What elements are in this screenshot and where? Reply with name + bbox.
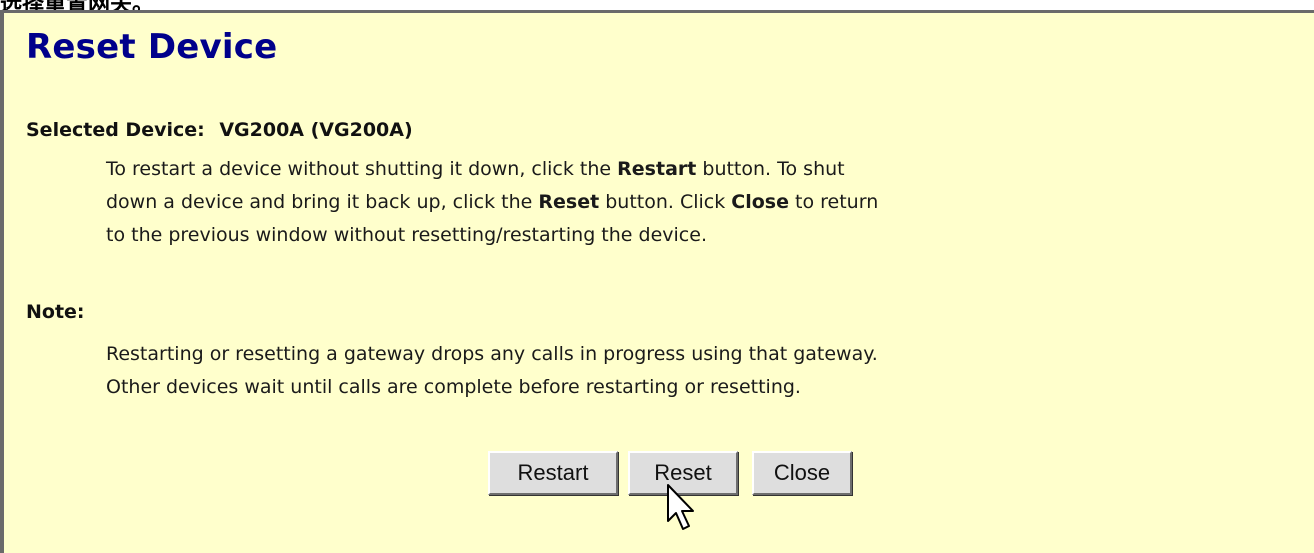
close-button[interactable]: Close <box>752 451 852 495</box>
restart-keyword: Restart <box>617 158 697 180</box>
instructions-line-2: down a device and bring it back up, clic… <box>106 191 879 213</box>
selected-device-value: VG200A (VG200A) <box>219 119 413 141</box>
note-line-1: Restarting or resetting a gateway drops … <box>106 343 878 365</box>
page-title: Reset Device <box>26 27 278 67</box>
reset-device-window: Reset Device Selected Device: VG200A (VG… <box>0 10 1314 553</box>
note-line-2: Other devices wait until calls are compl… <box>106 376 801 398</box>
mouse-pointer-icon <box>667 484 694 530</box>
reset-keyword: Reset <box>538 191 600 213</box>
instructions-text: To restart a device without shutting it … <box>106 153 878 252</box>
restart-button[interactable]: Restart <box>488 451 618 495</box>
close-keyword: Close <box>731 191 789 213</box>
note-label: Note: <box>26 301 85 323</box>
selected-device-label: Selected Device: <box>26 119 205 141</box>
selected-device-row: Selected Device: VG200A (VG200A) <box>26 119 413 141</box>
instructions-line-1: To restart a device without shutting it … <box>106 158 845 180</box>
note-text: Restarting or resetting a gateway drops … <box>106 338 878 404</box>
instructions-line-3: to the previous window without resetting… <box>106 224 707 246</box>
caption-text: 选择重置网关。 <box>0 0 300 10</box>
